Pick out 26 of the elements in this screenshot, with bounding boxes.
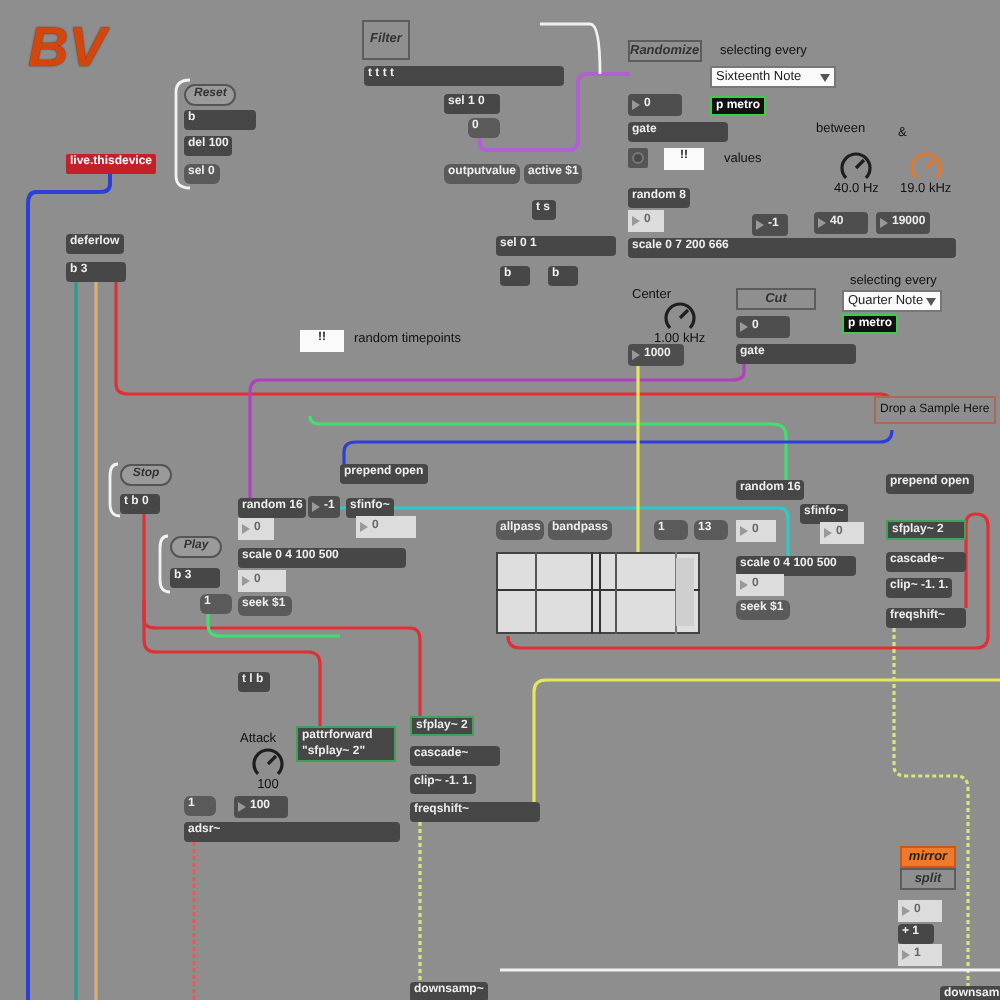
filter-graph-drawing[interactable] bbox=[496, 552, 700, 634]
toggle[interactable] bbox=[628, 148, 648, 168]
triangle-icon bbox=[824, 528, 832, 538]
triangle-icon bbox=[242, 524, 250, 534]
triangle-icon bbox=[242, 576, 250, 586]
triangle-icon bbox=[880, 218, 888, 228]
triangle-icon bbox=[818, 218, 826, 228]
dial-knob[interactable] bbox=[661, 300, 698, 332]
triangle-icon bbox=[238, 802, 246, 812]
triangle-icon bbox=[740, 580, 748, 590]
triangle-icon bbox=[902, 950, 910, 960]
triangle-icon bbox=[902, 906, 910, 916]
logo: BV bbox=[28, 16, 106, 80]
triangle-icon bbox=[756, 220, 764, 230]
dial-knob[interactable] bbox=[250, 746, 286, 778]
triangle-icon bbox=[312, 502, 320, 512]
patch-cord bbox=[174, 78, 191, 190]
dial-knob[interactable] bbox=[838, 150, 875, 182]
caret-icon bbox=[820, 73, 830, 81]
triangle-icon bbox=[360, 522, 368, 532]
triangle-icon bbox=[632, 100, 640, 110]
caret-icon bbox=[926, 297, 936, 305]
triangle-icon bbox=[632, 350, 640, 360]
triangle-icon bbox=[740, 526, 748, 536]
triangle-icon bbox=[740, 322, 748, 332]
triangle-icon bbox=[632, 216, 640, 226]
